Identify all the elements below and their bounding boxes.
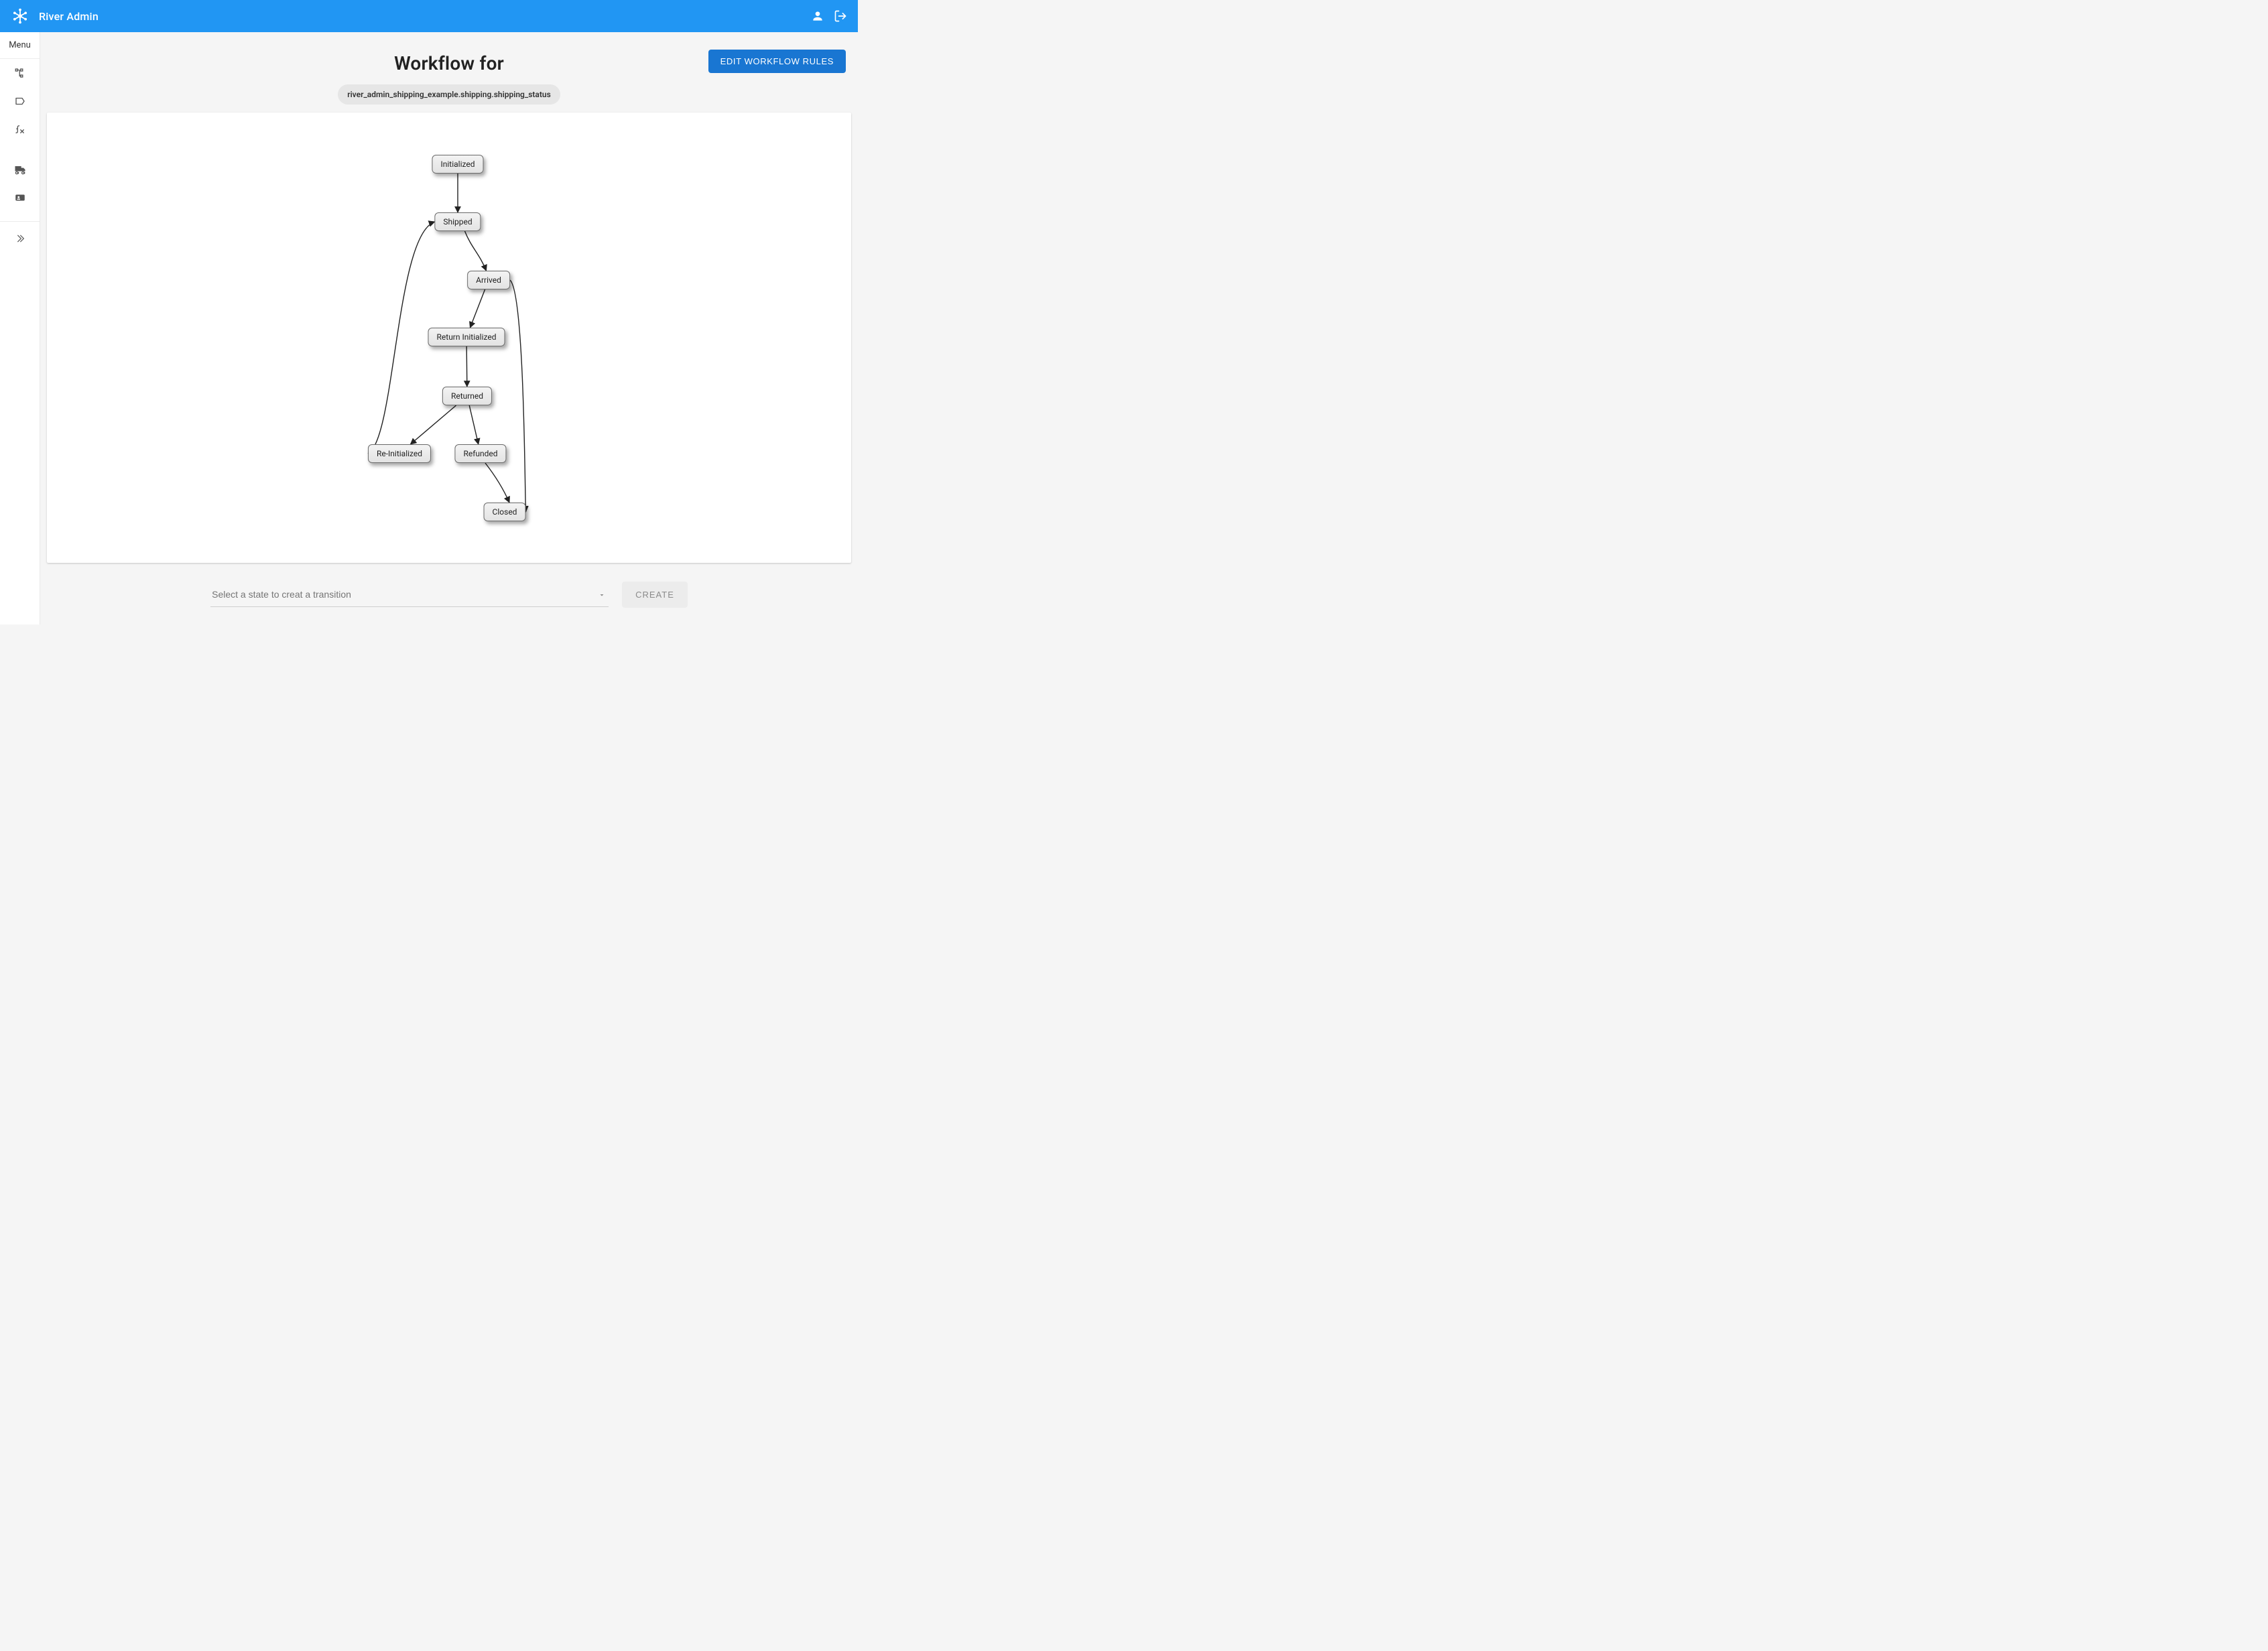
workflow-graph: Initialized Shipped Arrived Return Initiali…	[47, 113, 851, 563]
function-icon	[14, 123, 26, 135]
sidebar-item-shipping[interactable]	[0, 155, 40, 184]
logout-icon[interactable]	[834, 9, 847, 23]
id-card-icon	[14, 192, 26, 204]
page-header: Workflow for EDIT WORKFLOW RULES	[40, 52, 858, 74]
workflow-node-return-initialized[interactable]: Return Initialized	[428, 328, 505, 346]
workflow-node-re-initialized[interactable]: Re-Initialized	[368, 444, 431, 463]
sidebar-menu-label: Menu	[0, 32, 40, 59]
workflow-node-arrived[interactable]: Arrived	[467, 271, 510, 289]
workflow-node-returned[interactable]: Returned	[442, 387, 492, 405]
workflow-node-refunded[interactable]: Refunded	[454, 444, 506, 463]
sidebar-item-tickets[interactable]	[0, 184, 40, 212]
top-app-bar: River Admin	[0, 0, 858, 32]
main: Workflow for EDIT WORKFLOW RULES river_a…	[40, 32, 858, 624]
sidebar-expand[interactable]	[0, 224, 40, 253]
state-select[interactable]	[210, 582, 609, 607]
workflow-node-shipped[interactable]: Shipped	[434, 212, 481, 231]
create-transition-row: CREATE	[40, 582, 858, 608]
tree-icon	[14, 67, 26, 79]
user-icon[interactable]	[811, 9, 824, 23]
state-select-input[interactable]	[210, 582, 609, 607]
edit-workflow-rules-button[interactable]: EDIT WORKFLOW RULES	[708, 50, 846, 73]
workflow-canvas[interactable]: Initialized Shipped Arrived Return Initiali…	[47, 113, 851, 563]
workflow-node-closed[interactable]: Closed	[484, 503, 526, 521]
sidebar: Menu	[0, 32, 40, 624]
brand-title: River Admin	[39, 10, 99, 23]
chevron-double-right-icon	[15, 233, 25, 244]
create-button[interactable]: CREATE	[622, 582, 688, 608]
caret-down-icon	[598, 591, 606, 599]
brand: River Admin	[11, 7, 99, 25]
truck-icon	[13, 163, 27, 176]
sidebar-item-workflows[interactable]	[0, 59, 40, 87]
sidebar-item-states[interactable]	[0, 87, 40, 115]
workflow-path-chip: river_admin_shipping_example.shipping.sh…	[338, 84, 560, 105]
sidebar-item-functions[interactable]	[0, 115, 40, 143]
tag-outline-icon	[14, 95, 26, 107]
workflow-node-initialized[interactable]: Initialized	[432, 155, 483, 174]
page-title: Workflow for	[394, 52, 504, 74]
top-actions	[811, 9, 847, 23]
logo-hub-icon	[11, 7, 29, 25]
